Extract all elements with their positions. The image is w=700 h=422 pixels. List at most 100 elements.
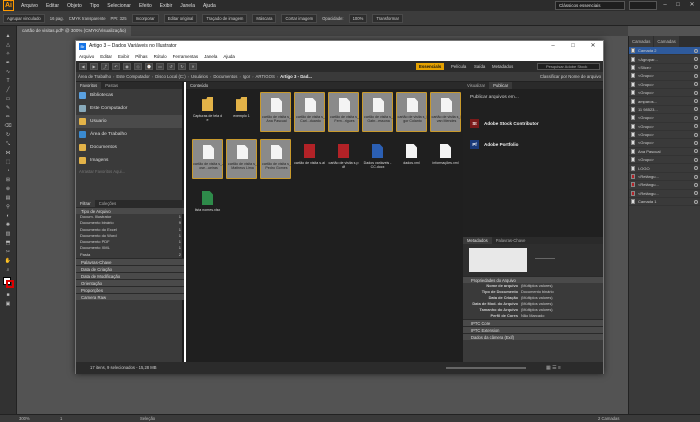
bridge-menu-ajuda[interactable]: Ajuda	[220, 54, 238, 59]
slice-tool-icon[interactable]: ✂	[4, 249, 13, 255]
parent-folder-icon[interactable]: ⤴	[101, 63, 109, 70]
favorite-desktop[interactable]: Área de Trabalho	[76, 128, 182, 141]
eyedropper-icon[interactable]: ⚲	[4, 204, 13, 210]
layer-row[interactable]: amparos...	[629, 97, 700, 106]
menu-ajuda[interactable]: Ajuda	[199, 3, 220, 9]
direct-selection-tool-icon[interactable]: △	[4, 42, 13, 48]
bridge-menu-exibir[interactable]: Exibir	[115, 54, 132, 59]
curvature-tool-icon[interactable]: ∿	[4, 69, 13, 75]
crumb-users[interactable]: Usuários	[189, 74, 210, 79]
magic-wand-icon[interactable]: ✧	[4, 51, 13, 57]
minimize-icon[interactable]: –	[659, 0, 671, 11]
file-thumbnail[interactable]: cartão de visita s_Ana Pascual	[260, 92, 291, 132]
layer-row[interactable]: <Agrupar...	[629, 55, 700, 64]
opacity-field[interactable]: 100%	[348, 13, 368, 23]
filter-file-type[interactable]: Tipo de Arquivo	[76, 207, 184, 214]
layer-row[interactable]: <Grupo>	[629, 89, 700, 98]
menu-arquivo[interactable]: Arquivo	[17, 3, 42, 9]
crumb-igor[interactable]: Igor	[241, 74, 252, 79]
line-tool-icon[interactable]: ╱	[4, 87, 13, 93]
artboard-tool-icon[interactable]: ⬒	[4, 240, 13, 246]
forward-icon[interactable]: ▶	[90, 63, 98, 70]
layer-row[interactable]: 11 98523...	[629, 106, 700, 115]
bridge-maximize-icon[interactable]: □	[563, 41, 583, 52]
bridge-menu-ferramentas[interactable]: Ferramentas	[170, 54, 202, 59]
mesh-tool-icon[interactable]: ⊕	[4, 186, 13, 192]
bridge-search-input[interactable]: Pesquisar Adobe Stock	[537, 63, 600, 70]
layer-row[interactable]: <Grupo>	[629, 131, 700, 140]
zoom-tool-icon[interactable]: ⌕	[4, 267, 13, 273]
selection-tool-icon[interactable]: ▲	[4, 33, 13, 39]
close-icon[interactable]: ✕	[686, 0, 698, 11]
view-mode-icons[interactable]: ▦ ☰ ≡	[546, 362, 561, 374]
column-graph-icon[interactable]: ▥	[4, 231, 13, 237]
favorite-libraries[interactable]: Bibliotecas	[76, 89, 182, 102]
layer-row[interactable]: Camada 1	[629, 198, 700, 207]
filter-keywords[interactable]: Palavras-Chave	[76, 258, 184, 266]
pen-tool-icon[interactable]: ✒	[4, 60, 13, 66]
new-folder-icon[interactable]: ▭	[156, 63, 164, 70]
workspace-metadados[interactable]: Metadados	[492, 63, 513, 70]
camera-import-icon[interactable]: ◉	[123, 63, 131, 70]
artboard-number[interactable]: 1	[60, 416, 62, 421]
iptc-core-section[interactable]: IPTC Core	[463, 319, 603, 326]
file-thumbnail[interactable]: cartão de visita s_Carl...duardo	[294, 92, 325, 132]
file-properties-section[interactable]: Propriedades do Arquivo	[463, 276, 603, 283]
menu-tipo[interactable]: Tipo	[86, 3, 104, 9]
tab-metadados[interactable]: Metadados	[463, 237, 492, 244]
layer-row[interactable]: <Retângu...	[629, 173, 700, 182]
filter-camera-raw[interactable]: Camera Raw	[76, 293, 184, 301]
tab-layers-2[interactable]: Camadas	[654, 36, 679, 47]
paintbrush-tool-icon[interactable]: ✎	[4, 105, 13, 111]
mask-button[interactable]: Máscara	[252, 13, 277, 23]
stock-search-input[interactable]	[629, 1, 657, 10]
rectangle-tool-icon[interactable]: ▭	[4, 96, 13, 102]
layer-row[interactable]: <Retângu...	[629, 190, 700, 199]
filter-date-created[interactable]: Data de Criação	[76, 265, 184, 273]
exif-section[interactable]: Dados da câmera (Exif)	[463, 333, 603, 340]
workspace-essencials[interactable]: Essencials	[416, 63, 445, 70]
file-thumbnail[interactable]: Capturas de tela de	[192, 92, 223, 132]
refine-icon[interactable]: ◇	[134, 63, 142, 70]
menu-exibir[interactable]: Exibir	[156, 3, 177, 9]
delete-icon[interactable]: ✕	[189, 63, 197, 70]
crumb-artigos[interactable]: ARTIGOS	[254, 74, 277, 79]
file-thumbnail[interactable]: dados.xml	[396, 139, 427, 179]
file-thumbnail[interactable]: informações.xml	[430, 139, 461, 179]
menu-janela[interactable]: Janela	[176, 3, 199, 9]
layer-row[interactable]: Camada 2	[629, 47, 700, 56]
hand-tool-icon[interactable]: ✋	[4, 258, 13, 264]
layer-row[interactable]: <Grupo>	[629, 81, 700, 89]
workspace-pelicula[interactable]: Película	[451, 63, 466, 70]
file-thumbnail[interactable]: cartão de visita s_Gabr...essona	[362, 92, 393, 132]
embed-button[interactable]: Incorporar	[131, 13, 159, 23]
open-recent-icon[interactable]: ⌚	[145, 63, 153, 70]
pencil-tool-icon[interactable]: ✏	[4, 114, 13, 120]
crumb-desktop[interactable]: Área de Trabalho	[76, 74, 113, 79]
file-thumbnail[interactable]: cartão de visita s_Ivan Mendes	[430, 92, 461, 132]
file-thumbnail[interactable]: cartão de visita s.ai	[294, 139, 325, 179]
menu-editar[interactable]: Editar	[42, 3, 63, 9]
tab-visualizar[interactable]: Visualizar	[463, 82, 489, 89]
layer-row[interactable]: <Grupo>	[629, 139, 700, 148]
workspace-saida[interactable]: Saída	[474, 63, 485, 70]
transform-button[interactable]: Transformar	[372, 13, 403, 23]
tab-pastas[interactable]: Pastas	[101, 82, 122, 89]
favorite-user[interactable]: Usuario	[76, 115, 182, 128]
maximize-icon[interactable]: □	[672, 0, 684, 11]
edit-original-button[interactable]: Editar original	[163, 13, 198, 23]
gradient-tool-icon[interactable]: ▤	[4, 195, 13, 201]
crumb-current[interactable]: Artigo 3 - Dad...	[278, 74, 314, 79]
file-thumbnail[interactable]: cartão de visita s_Igor Colanto	[396, 92, 427, 132]
rotate-left-icon[interactable]: ↺	[167, 63, 175, 70]
iptc-extension-section[interactable]: IPTC Extension	[463, 326, 603, 333]
blend-tool-icon[interactable]: ◐	[4, 213, 13, 219]
tab-colecoes[interactable]: Coleções	[95, 200, 120, 207]
layer-row[interactable]: <Retângu...	[629, 181, 700, 190]
zoom-level[interactable]: 300%	[19, 416, 30, 421]
file-thumbnail[interactable]: cartão de visita s_Pedro Gomes	[260, 139, 291, 179]
file-thumbnail[interactable]: cartão de visita s.pdf	[328, 139, 359, 179]
layer-row[interactable]: <Grupo>	[629, 114, 700, 123]
tab-palavras-chave[interactable]: Palavras-Chave	[492, 237, 530, 244]
favorite-documents[interactable]: Documentos	[76, 141, 182, 154]
